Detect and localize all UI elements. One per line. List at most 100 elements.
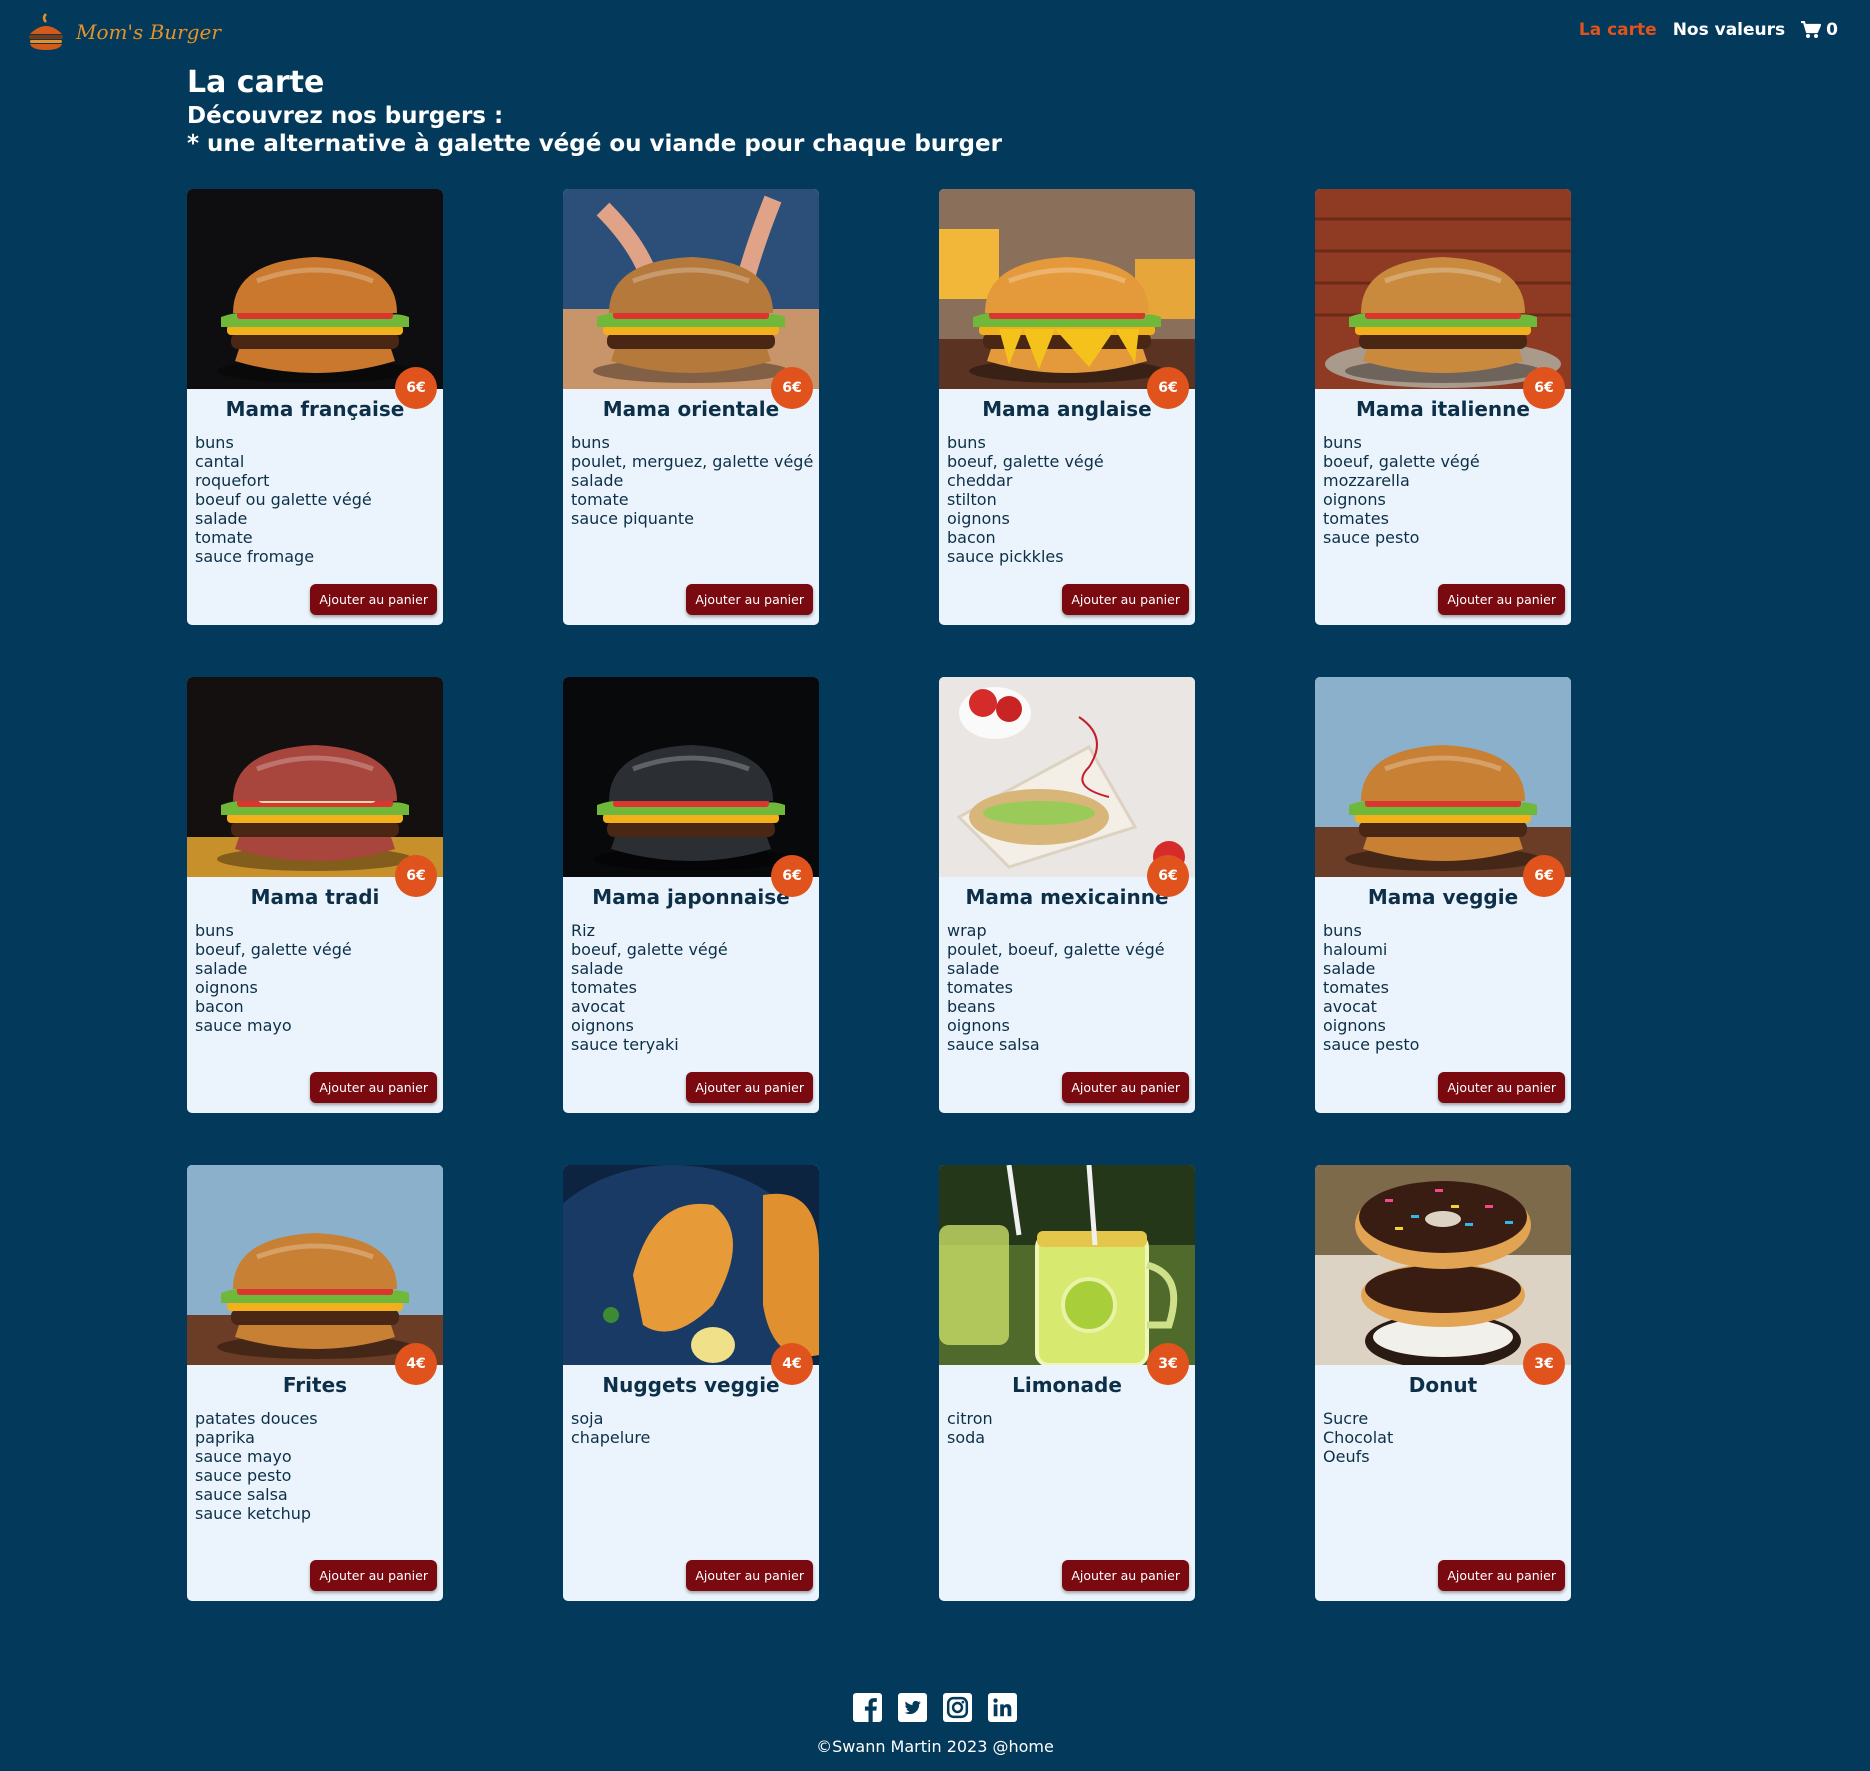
ingredient-item: patates douces: [195, 1409, 318, 1428]
main-nav: La carte Nos valeurs 0: [1579, 20, 1838, 40]
ingredient-item: oignons: [1323, 1016, 1386, 1035]
ingredient-item: poulet, boeuf, galette végé: [947, 940, 1165, 959]
ingredient-item: tomate: [571, 490, 629, 509]
add-to-cart-button[interactable]: Ajouter au panier: [1438, 584, 1565, 615]
product-image: [1315, 1165, 1571, 1365]
price-badge: 4€: [395, 1343, 437, 1385]
ingredient-item: boeuf, galette végé: [947, 452, 1104, 471]
ingredient-item: boeuf ou galette végé: [195, 490, 372, 509]
product-image: [939, 1165, 1195, 1365]
ingredient-item: avocat: [571, 997, 625, 1016]
ingredient-item: sauce fromage: [195, 547, 315, 566]
ingredient-item: avocat: [1323, 997, 1377, 1016]
price-badge: 3€: [1147, 1343, 1189, 1385]
ingredient-item: tomates: [1323, 978, 1389, 997]
ingredient-item: soja: [571, 1409, 604, 1428]
product-card: 6€ Mama italienne buns boeuf, galette vég…: [1315, 189, 1571, 625]
product-image: [939, 189, 1195, 389]
price-badge: 6€: [771, 855, 813, 897]
product-image: [563, 189, 819, 389]
copyright: ©Swann Martin 2023 @home: [816, 1737, 1054, 1756]
linkedin-icon[interactable]: [988, 1693, 1017, 1722]
add-to-cart-button[interactable]: Ajouter au panier: [1062, 1072, 1189, 1103]
price-badge: 6€: [1147, 855, 1189, 897]
ingredient-item: sauce mayo: [195, 1447, 292, 1466]
add-to-cart-button[interactable]: Ajouter au panier: [1438, 1072, 1565, 1103]
ingredient-item: sauce salsa: [947, 1035, 1040, 1054]
intro: La carte Découvrez nos burgers : * une a…: [187, 64, 1002, 158]
ingredient-list: citron soda: [939, 1409, 1195, 1447]
ingredient-item: roquefort: [195, 471, 270, 490]
product-card: 6€ Mama mexicainne wrap poulet, boeuf, ga…: [939, 677, 1195, 1113]
ingredient-item: Oeufs: [1323, 1447, 1370, 1466]
instagram-icon[interactable]: [943, 1693, 972, 1722]
ingredient-item: poulet, merguez, galette végé: [571, 452, 814, 471]
product-card: 6€ Mama veggie buns haloumi salade tomates a…: [1315, 677, 1571, 1113]
ingredient-list: Sucre Chocolat Oeufs: [1315, 1409, 1571, 1466]
product-card: 6€ Mama orientale buns poulet, merguez, g…: [563, 189, 819, 625]
price-badge: 6€: [1523, 855, 1565, 897]
price-badge: 6€: [395, 855, 437, 897]
product-image: [187, 189, 443, 389]
ingredient-item: bacon: [195, 997, 244, 1016]
price-badge: 6€: [771, 367, 813, 409]
product-card: 3€ Donut Sucre Chocolat Oeufs Ajouter au p…: [1315, 1165, 1571, 1601]
burger-logo-icon: [29, 13, 63, 50]
ingredient-item: sauce teryaki: [571, 1035, 679, 1054]
logo-text: Mom's Burger: [76, 20, 221, 44]
ingredient-item: salade: [571, 959, 624, 978]
add-to-cart-button[interactable]: Ajouter au panier: [310, 584, 437, 615]
nav-link-nos-valeurs[interactable]: Nos valeurs: [1673, 20, 1785, 40]
add-to-cart-button[interactable]: Ajouter au panier: [310, 1072, 437, 1103]
ingredient-list: patates douces paprika sauce mayo sauce pes…: [187, 1409, 443, 1523]
ingredient-item: cheddar: [947, 471, 1013, 490]
ingredient-item: salade: [947, 959, 1000, 978]
add-to-cart-button[interactable]: Ajouter au panier: [310, 1560, 437, 1591]
product-image: [1315, 189, 1571, 389]
ingredient-list: Riz boeuf, galette végé salade tomates avoca…: [563, 921, 819, 1054]
ingredient-item: boeuf, galette végé: [571, 940, 728, 959]
ingredient-item: sauce pesto: [195, 1466, 292, 1485]
logo[interactable]: Mom's Burger: [24, 10, 221, 54]
ingredient-item: bacon: [947, 528, 996, 547]
ingredient-item: boeuf, galette végé: [1323, 452, 1480, 471]
ingredient-item: haloumi: [1323, 940, 1388, 959]
add-to-cart-button[interactable]: Ajouter au panier: [686, 584, 813, 615]
twitter-icon[interactable]: [898, 1693, 927, 1722]
ingredient-list: buns boeuf, galette végé cheddar stilton oig…: [939, 433, 1195, 566]
ingredient-list: soja chapelure: [563, 1409, 819, 1447]
add-to-cart-button[interactable]: Ajouter au panier: [1438, 1560, 1565, 1591]
add-to-cart-button[interactable]: Ajouter au panier: [1062, 1560, 1189, 1591]
cart-link[interactable]: 0: [1801, 20, 1838, 40]
ingredient-item: Sucre: [1323, 1409, 1369, 1428]
ingredient-item: buns: [947, 433, 986, 452]
cart-count: 0: [1826, 20, 1838, 40]
ingredient-list: buns boeuf, galette végé mozzarella oignons…: [1315, 433, 1571, 547]
product-image: [563, 1165, 819, 1365]
social-links: [0, 1693, 1870, 1722]
ingredient-item: cantal: [195, 452, 245, 471]
product-card: 6€ Mama française buns cantal roquefort boe…: [187, 189, 443, 625]
ingredient-item: oignons: [195, 978, 258, 997]
ingredient-item: salade: [195, 959, 248, 978]
ingredient-item: sauce pesto: [1323, 1035, 1420, 1054]
ingredient-item: oignons: [1323, 490, 1386, 509]
ingredient-item: wrap: [947, 921, 987, 940]
ingredient-item: beans: [947, 997, 996, 1016]
add-to-cart-button[interactable]: Ajouter au panier: [686, 1072, 813, 1103]
nav-link-la-carte[interactable]: La carte: [1579, 20, 1657, 40]
add-to-cart-button[interactable]: Ajouter au panier: [686, 1560, 813, 1591]
subtitle-line-1: Découvrez nos burgers :: [187, 103, 504, 129]
add-to-cart-button[interactable]: Ajouter au panier: [1062, 584, 1189, 615]
product-card: 4€ Frites patates douces paprika sauce may…: [187, 1165, 443, 1601]
facebook-icon[interactable]: [853, 1693, 882, 1722]
ingredient-item: oignons: [947, 1016, 1010, 1035]
price-badge: 4€: [771, 1343, 813, 1385]
ingredient-item: tomate: [195, 528, 253, 547]
product-card: 6€ Mama japonnaise Riz boeuf, galette vég…: [563, 677, 819, 1113]
subtitle-line-2: * une alternative à galette végé ou vian…: [187, 131, 1002, 157]
ingredient-item: buns: [195, 433, 234, 452]
ingredient-item: tomates: [1323, 509, 1389, 528]
ingredient-item: sauce piquante: [571, 509, 694, 528]
ingredient-item: oignons: [571, 1016, 634, 1035]
